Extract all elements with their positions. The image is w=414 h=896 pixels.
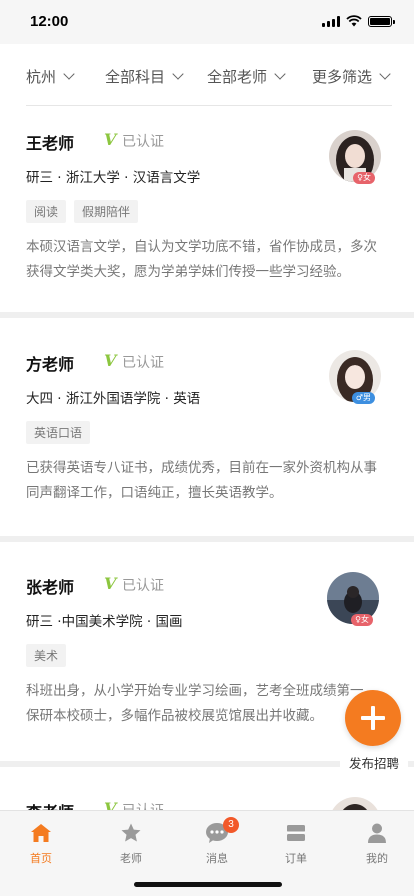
- subject-tag: 假期陪伴: [74, 200, 139, 223]
- cellular-signal-icon: [322, 15, 340, 27]
- tab-orders[interactable]: 订单: [266, 821, 326, 866]
- teacher-card[interactable]: 王老师 V 已认证 研三 · 浙江大学 · 汉语言文学 阅读 假期陪伴 本硕汉语…: [0, 106, 414, 312]
- home-indicator[interactable]: [134, 882, 282, 887]
- gender-badge: ♂男: [351, 392, 375, 404]
- verified-label: 已认证: [122, 578, 164, 594]
- tab-label: 老师: [120, 852, 142, 865]
- plus-icon[interactable]: [345, 690, 401, 746]
- subject-tag: 美术: [26, 644, 67, 667]
- verified-label: 已认证: [122, 355, 164, 371]
- tab-messages[interactable]: 3 消息: [187, 817, 247, 866]
- filter-teacher[interactable]: 全部老师: [207, 66, 286, 87]
- teacher-description: 科班出身，从小学开始专业学习绘画，艺考全班成绩第一，保研本校硕士，多幅作品被校展…: [26, 683, 377, 724]
- status-bar: 12:00: [0, 0, 414, 44]
- tab-profile[interactable]: 我的: [347, 821, 407, 866]
- subject-tag: 阅读: [26, 200, 67, 223]
- filter-city[interactable]: 杭州: [26, 66, 75, 87]
- verified-label: 已认证: [122, 134, 164, 150]
- tag-list: 美术: [26, 644, 67, 667]
- teacher-description: 已获得英语专八证书，成绩优秀，目前在一家外资机构从事同声翻译工作，口语纯正，擅长…: [26, 460, 377, 501]
- chevron-down-icon: [172, 68, 184, 80]
- teacher-name: 方老师: [26, 355, 75, 374]
- tab-label: 订单: [285, 852, 307, 865]
- tab-home[interactable]: 首页: [11, 821, 71, 866]
- status-icons: [322, 15, 395, 27]
- teacher-education: 研三 · 浙江大学 · 汉语言文学: [26, 170, 201, 186]
- teacher-name: 王老师: [26, 134, 75, 153]
- avatar[interactable]: ♀女: [327, 572, 379, 626]
- orders-icon: [266, 821, 326, 845]
- filter-bar: 杭州 全部科目 全部老师 更多筛选: [0, 44, 414, 106]
- wifi-icon: [346, 15, 362, 27]
- teacher-card[interactable]: 方老师 V 已认证 大四 · 浙江外国语学院 · 英语 英语口语 已获得英语专八…: [0, 318, 414, 536]
- subject-tag: 英语口语: [26, 421, 91, 444]
- star-icon: [101, 821, 161, 845]
- post-job-label[interactable]: 发布招聘: [340, 752, 408, 773]
- tag-list: 英语口语: [26, 421, 91, 444]
- tab-label: 首页: [30, 852, 52, 865]
- filter-teacher-label: 全部老师: [207, 68, 268, 86]
- gender-badge: ♀女: [353, 172, 375, 184]
- status-time: 12:00: [30, 13, 69, 30]
- filter-city-label: 杭州: [26, 68, 57, 86]
- verified-icon: V: [104, 351, 117, 370]
- avatar[interactable]: ♂男: [329, 350, 381, 404]
- filter-subject-label: 全部科目: [105, 68, 166, 86]
- post-job-fab[interactable]: 发布招聘: [340, 690, 408, 773]
- tag-list: 阅读 假期陪伴: [26, 200, 139, 223]
- chevron-down-icon: [274, 68, 286, 80]
- verified-icon: V: [104, 130, 117, 149]
- tab-label: 消息: [206, 852, 228, 865]
- verified-icon: V: [104, 574, 117, 593]
- home-icon: [11, 821, 71, 845]
- avatar[interactable]: ♀女: [329, 130, 381, 184]
- tab-label: 我的: [366, 852, 388, 865]
- teacher-name: 张老师: [26, 578, 75, 597]
- filter-subject[interactable]: 全部科目: [105, 66, 184, 87]
- unread-badge: 3: [223, 817, 239, 833]
- chevron-down-icon: [63, 68, 75, 80]
- tab-teachers[interactable]: 老师: [101, 821, 161, 866]
- chevron-down-icon: [379, 68, 391, 80]
- teacher-education: 大四 · 浙江外国语学院 · 英语: [26, 391, 201, 407]
- filter-more[interactable]: 更多筛选: [312, 66, 391, 87]
- filter-more-label: 更多筛选: [312, 68, 373, 86]
- profile-icon: [347, 821, 407, 845]
- teacher-description: 本硕汉语言文学，自认为文学功底不错，省作协成员，多次获得文学类大奖，愿为学弟学妹…: [26, 239, 377, 280]
- battery-icon: [368, 15, 395, 27]
- gender-badge: ♀女: [351, 614, 373, 626]
- teacher-education: 研三 ·中国美术学院 · 国画: [26, 614, 183, 630]
